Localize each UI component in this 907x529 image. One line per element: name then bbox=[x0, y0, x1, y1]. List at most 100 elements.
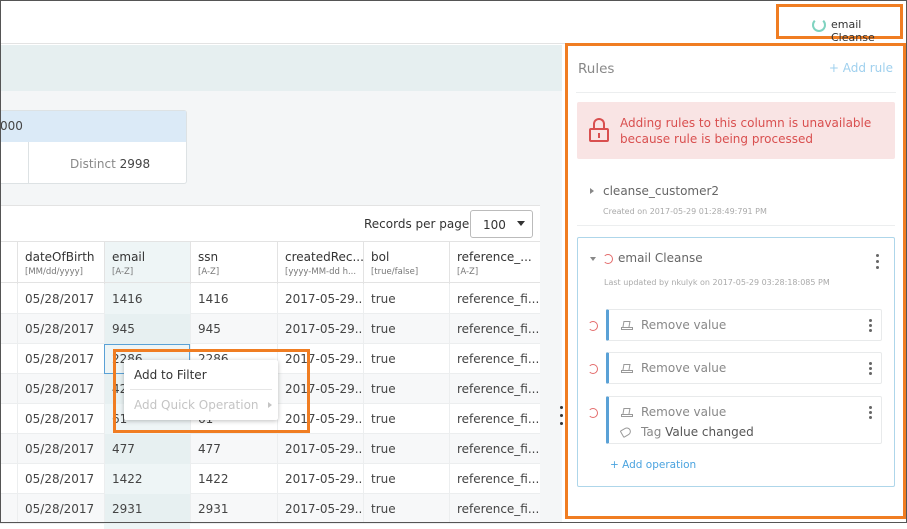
column-header-type: [MM/dd/yyyy] bbox=[25, 267, 83, 277]
column-header[interactable]: createdRec... [yyyy-MM-dd h... bbox=[277, 242, 363, 284]
table-cell[interactable]: 05/28/2017 bbox=[17, 494, 104, 524]
table-cell[interactable]: reference_fi... bbox=[449, 434, 540, 464]
table-cell[interactable] bbox=[0, 284, 17, 314]
rule-unavailable-alert: Adding rules to this column is unavailab… bbox=[577, 102, 895, 159]
table-cell[interactable]: true bbox=[363, 494, 449, 524]
column-stats-card: 000 Distinct 2998 bbox=[0, 110, 187, 184]
rule-item-expanded[interactable]: email Cleanse Last updated by nkulyk on … bbox=[577, 237, 895, 487]
column-header[interactable] bbox=[0, 242, 17, 284]
table-cell[interactable]: 05/28/2017 bbox=[17, 464, 104, 494]
table-cell[interactable] bbox=[0, 494, 17, 524]
rule-meta: Last updated by nkulyk on 2017-05-29 03:… bbox=[604, 278, 830, 287]
table-cell[interactable]: 05/28/2017 bbox=[17, 374, 104, 404]
table-cell[interactable]: 05/28/2017 bbox=[17, 434, 104, 464]
column-header[interactable]: reference_... [A-Z] bbox=[449, 242, 540, 284]
table-cell[interactable] bbox=[0, 344, 17, 374]
table-cell[interactable] bbox=[0, 434, 17, 464]
add-to-filter-menu-item[interactable]: Add to Filter bbox=[134, 368, 207, 382]
table-cell[interactable] bbox=[0, 374, 17, 404]
table-cell[interactable]: 2017-05-29... bbox=[277, 284, 363, 314]
add-operation-button[interactable]: + Add operation bbox=[610, 459, 696, 471]
panel-resize-handle[interactable] bbox=[558, 404, 566, 430]
table-row: 05/28/2017 1422 1422 2017-05-29... true refer… bbox=[0, 464, 540, 494]
submenu-arrow-icon bbox=[268, 402, 272, 408]
chevron-right-icon[interactable] bbox=[590, 188, 594, 194]
column-header[interactable]: ssn [A-Z] bbox=[190, 242, 277, 284]
table-cell[interactable]: 1422 bbox=[190, 464, 277, 494]
table-cell[interactable]: true bbox=[363, 464, 449, 494]
processing-sync-icon bbox=[588, 321, 598, 331]
column-header[interactable]: dateOfBirth [MM/dd/yyyy] bbox=[17, 242, 104, 284]
table-cell[interactable]: 945 bbox=[190, 314, 277, 344]
table-cell[interactable]: 2017-05-29... bbox=[277, 314, 363, 344]
table-cell[interactable]: 2017-05-29... bbox=[277, 434, 363, 464]
table-cell[interactable] bbox=[0, 404, 17, 434]
table-cell[interactable]: true bbox=[363, 404, 449, 434]
distinct-value: 2998 bbox=[119, 157, 151, 171]
add-quick-operation-menu-item[interactable]: Add Quick Operation bbox=[134, 398, 259, 412]
table-cell[interactable]: 1416 bbox=[104, 284, 190, 314]
table-cell[interactable]: reference_fi... bbox=[449, 464, 540, 494]
table-cell[interactable]: 945 bbox=[104, 314, 190, 344]
column-header[interactable]: bol [true/false] bbox=[363, 242, 449, 284]
operation-item[interactable]: Remove value bbox=[588, 309, 882, 341]
table-cell[interactable]: 05/28/2017 bbox=[17, 284, 104, 314]
operation-options-kebab-icon[interactable] bbox=[869, 362, 873, 378]
tag-icon bbox=[619, 426, 633, 438]
column-header-type: [yyyy-MM-dd h... bbox=[285, 267, 357, 277]
table-cell[interactable]: reference_fi... bbox=[449, 404, 540, 434]
table-cell[interactable]: 1422 bbox=[104, 464, 190, 494]
table-cell[interactable]: 477 bbox=[190, 434, 277, 464]
table-row: 05/28/2017 2931 2931 2017-05-29... true refer… bbox=[0, 494, 540, 524]
records-per-page-value: 100 bbox=[483, 218, 506, 232]
data-view: 000 Distinct 2998 Records per page: 100 … bbox=[0, 45, 562, 529]
table-cell[interactable]: 05/28/2017 bbox=[17, 314, 104, 344]
table-cell[interactable]: true bbox=[363, 344, 449, 374]
operation-options-kebab-icon[interactable] bbox=[869, 319, 873, 335]
stats-count-row: 000 bbox=[0, 111, 186, 142]
table-row: 05/28/2017 945 945 2017-05-29... true referen… bbox=[0, 314, 540, 344]
table-cell[interactable]: 2931 bbox=[104, 494, 190, 524]
operation-item[interactable]: Remove value Tag Value changed bbox=[588, 396, 882, 444]
table-cell[interactable]: reference_fi... bbox=[449, 494, 540, 524]
table-cell[interactable]: 05/28/2017 bbox=[17, 404, 104, 434]
operation-options-kebab-icon[interactable] bbox=[869, 406, 873, 422]
eraser-icon bbox=[621, 321, 633, 331]
records-per-page-label: Records per page: bbox=[364, 217, 474, 231]
context-menu: Add to Filter Add Quick Operation bbox=[124, 360, 278, 420]
tag-label: Tag bbox=[641, 425, 662, 439]
operation-label: Remove value bbox=[641, 318, 727, 332]
column-header-name: dateOfBirth bbox=[25, 250, 95, 264]
column-header-band bbox=[0, 45, 562, 91]
column-header-name: createdRec... bbox=[285, 250, 363, 264]
table-cell[interactable]: true bbox=[363, 434, 449, 464]
table-cell[interactable] bbox=[0, 464, 17, 494]
table-cell[interactable]: 1416 bbox=[190, 284, 277, 314]
table-cell[interactable]: 2017-05-29... bbox=[277, 464, 363, 494]
chevron-down-icon[interactable] bbox=[590, 257, 596, 261]
processing-sync-icon bbox=[603, 254, 613, 264]
table-cell[interactable]: reference_fi... bbox=[449, 284, 540, 314]
table-cell[interactable]: reference_fi... bbox=[449, 314, 540, 344]
table-cell[interactable]: true bbox=[363, 374, 449, 404]
table-cell[interactable]: reference_fi... bbox=[449, 344, 540, 374]
table-cell[interactable]: true bbox=[363, 314, 449, 344]
column-header[interactable]: email [A-Z] bbox=[104, 242, 190, 284]
operation-item[interactable]: Remove value bbox=[588, 352, 882, 384]
table-cell[interactable]: reference_fi... bbox=[449, 374, 540, 404]
add-rule-button[interactable]: + Add rule bbox=[829, 61, 893, 75]
rule-name: cleanse_customer2 bbox=[603, 184, 720, 198]
table-cell[interactable]: true bbox=[363, 284, 449, 314]
column-header-type: [A-Z] bbox=[457, 267, 479, 277]
table-cell[interactable]: 05/28/2017 bbox=[17, 344, 104, 374]
table-row: 05/28/2017 1416 1416 2017-05-29... true refer… bbox=[0, 284, 540, 314]
table-cell[interactable]: 477 bbox=[104, 434, 190, 464]
loading-spinner-icon bbox=[812, 18, 826, 32]
records-per-page-select[interactable]: 100 bbox=[470, 210, 533, 238]
table-cell[interactable]: 2017-05-29... bbox=[277, 494, 363, 524]
rule-options-kebab-icon[interactable] bbox=[876, 254, 880, 270]
table-row: 05/28/2017 477 477 2017-05-29... true referen… bbox=[0, 434, 540, 464]
table-cell[interactable]: 2931 bbox=[190, 494, 277, 524]
rule-item[interactable]: cleanse_customer2 Created on 2017-05-29 … bbox=[577, 171, 895, 226]
table-cell[interactable] bbox=[0, 314, 17, 344]
